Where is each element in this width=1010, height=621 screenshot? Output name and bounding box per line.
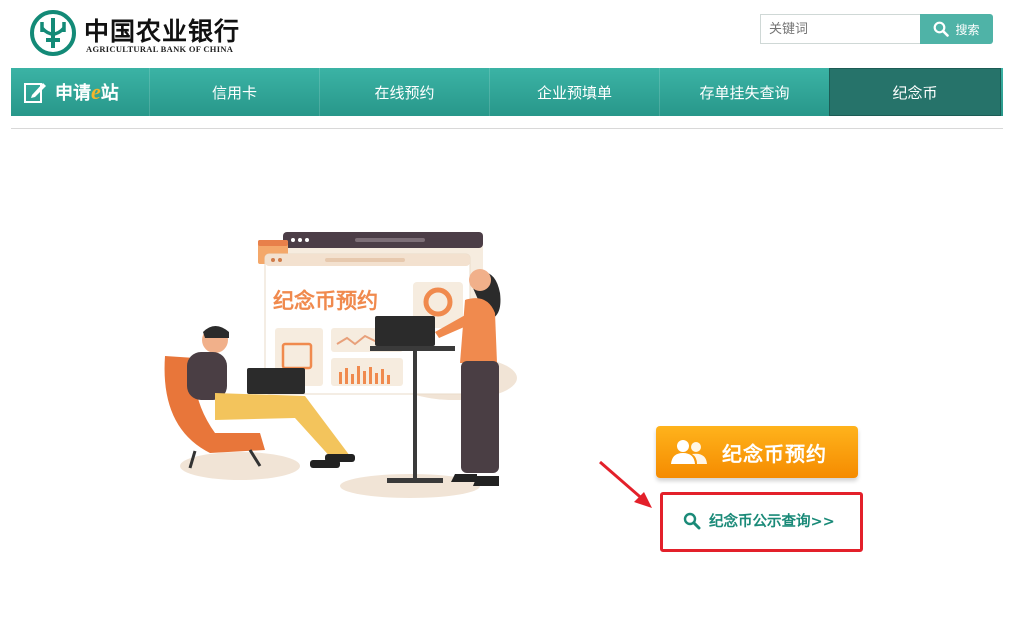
nav-item-online-appointment[interactable]: 在线预约 <box>319 68 489 116</box>
red-arrow-icon <box>599 460 652 508</box>
search-icon <box>934 21 950 37</box>
commemorative-coin-reserve-button[interactable]: 纪念币预约 <box>656 426 858 478</box>
logo-chinese-name: 中国农业银行 <box>84 17 241 46</box>
query-link-label: 纪念币公示查询>> <box>709 514 835 530</box>
search-button-label: 搜索 <box>955 22 980 37</box>
abc-logo-icon <box>30 10 76 56</box>
search-button[interactable]: 搜索 <box>920 14 993 44</box>
logo-english-name: AGRICULTURAL BANK OF CHINA <box>86 44 234 54</box>
nav-brand[interactable]: 申请e站 <box>11 68 149 116</box>
abc-logo[interactable]: 中国农业银行 AGRICULTURAL BANK OF CHINA <box>30 10 260 58</box>
illustration-screen-title: 纪念币预约 <box>273 289 378 313</box>
search-icon <box>683 512 701 529</box>
search-box: 搜索 <box>760 14 994 44</box>
nav-brand-label: 申请e站 <box>55 79 119 104</box>
nav-divider <box>11 128 1003 129</box>
main-nav: 申请e站 信用卡 在线预约 企业预填单 存单挂失查询 纪念币 <box>11 68 1003 116</box>
reserve-button-label: 纪念币预约 <box>722 441 827 466</box>
users-icon <box>671 440 707 464</box>
nav-item-commemorative-coin[interactable]: 纪念币 <box>829 68 1001 116</box>
nav-item-credit-card[interactable]: 信用卡 <box>149 68 319 116</box>
reservation-illustration: 纪念币预约 <box>164 232 517 498</box>
query-highlight-box: 纪念币公示查询>> <box>660 492 863 552</box>
commemorative-coin-public-query-link[interactable]: 纪念币公示查询>> <box>683 510 835 531</box>
edit-form-icon <box>24 83 46 103</box>
search-input[interactable] <box>760 14 920 44</box>
nav-item-enterprise-prefill[interactable]: 企业预填单 <box>489 68 659 116</box>
nav-item-deposit-loss-query[interactable]: 存单挂失查询 <box>659 68 829 116</box>
